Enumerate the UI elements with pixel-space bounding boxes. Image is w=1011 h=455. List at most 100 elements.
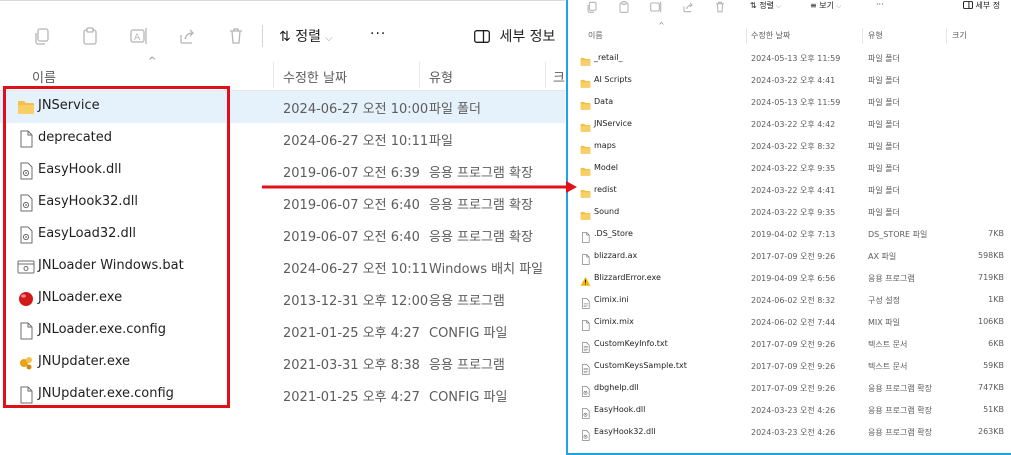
folder-icon (580, 52, 591, 66)
file-row[interactable]: maps 2024-03-22 오후 8:32 파일 폴더 (568, 135, 1011, 157)
dll-icon (580, 404, 591, 419)
column-name[interactable]: 이름 (32, 67, 56, 86)
details-pane-icon (963, 0, 973, 10)
file-date: 2021-03-31 오후 8:38 (283, 358, 420, 373)
file-row[interactable]: Cimix.mix 2024-06-02 오전 7:44 MIX 파일 106KB (568, 311, 1011, 333)
file-row[interactable]: CustomKeyInfo.txt 2017-07-09 오전 9:26 텍스트 문… (568, 333, 1011, 355)
rename-icon[interactable] (650, 1, 662, 13)
right-explorer-window: ⇅ 정렬 ⌵ ≡ 보기 ⌵ ··· 세부 정 이름 ^ 수정한 날짜 유형 크기 _… (566, 0, 1011, 455)
file-type: 파일 폴더 (868, 98, 900, 107)
file-date: 2019-04-09 오후 6:56 (751, 274, 836, 283)
column-size[interactable]: 크 (553, 67, 565, 86)
chevron-down-icon: ⌵ (775, 2, 782, 10)
file-icon (580, 316, 591, 331)
column-divider[interactable] (862, 28, 863, 44)
paste-icon[interactable] (81, 27, 99, 45)
file-row[interactable]: JNService 2024-03-22 오후 4:42 파일 폴더 (568, 113, 1011, 135)
column-name[interactable]: 이름 (588, 30, 603, 41)
column-divider[interactable] (419, 62, 420, 88)
svg-text:A: A (134, 33, 141, 43)
copy-icon[interactable] (33, 27, 51, 45)
view-button[interactable]: ≡ 보기 ⌵ (810, 0, 841, 11)
file-icon (580, 228, 591, 243)
file-name: BlizzardError.exe (594, 273, 661, 282)
file-date: 2024-06-27 오전 10:00 (283, 102, 429, 117)
file-name: EasyHook.dll (594, 405, 646, 414)
file-type: 응용 프로그램 (868, 274, 915, 283)
details-pane-button[interactable]: 세부 정보 (474, 26, 555, 46)
column-divider[interactable] (746, 28, 747, 44)
column-date[interactable]: 수정한 날짜 (283, 67, 347, 86)
details-pane-button[interactable]: 세부 정 (963, 0, 1000, 11)
file-row[interactable]: BlizzardError.exe 2019-04-09 오후 6:56 응용 프로… (568, 267, 1011, 289)
file-row[interactable]: .DS_Store 2019-04-02 오후 7:13 DS_STORE 파일 7K… (568, 223, 1011, 245)
file-date: 2024-03-23 오전 4:26 (751, 428, 836, 437)
file-row[interactable]: _retail_ 2024-05-13 오후 11:59 파일 폴더 (568, 47, 1011, 69)
column-date[interactable]: 수정한 날짜 (751, 30, 790, 41)
file-size: 1KB (988, 295, 1004, 304)
file-type: 파일 폴더 (868, 186, 900, 195)
more-button[interactable]: ··· (876, 0, 884, 9)
file-name: blizzard.ax (594, 251, 638, 260)
column-divider[interactable] (946, 28, 947, 44)
details-label: 세부 정 (975, 1, 1001, 10)
delete-icon[interactable] (227, 27, 245, 45)
file-type: 응용 프로그램 확장 (429, 230, 533, 245)
paste-icon[interactable] (618, 1, 630, 13)
file-row[interactable]: Cimix.ini 2024-06-02 오전 8:32 구성 설정 1KB (568, 289, 1011, 311)
sort-button[interactable]: ⇅ 정렬 ⌵ (750, 0, 781, 11)
file-row[interactable]: redist 2024-03-22 오후 4:41 파일 폴더 (568, 179, 1011, 201)
file-date: 2024-03-22 오후 4:41 (751, 76, 836, 85)
file-type: 응용 프로그램 (429, 294, 505, 309)
file-name: _retail_ (594, 53, 623, 62)
sort-icon: ⇅ (750, 1, 757, 10)
column-divider[interactable] (545, 62, 546, 88)
file-icon (580, 250, 591, 265)
file-date: 2024-05-13 오후 11:59 (751, 54, 841, 63)
column-type[interactable]: 유형 (429, 67, 453, 86)
details-pane-icon (474, 30, 490, 43)
file-name: redist (594, 185, 617, 194)
file-size: 598KB (977, 251, 1004, 260)
file-size: 51KB (983, 405, 1004, 414)
file-date: 2024-06-27 오전 10:11 (283, 262, 429, 277)
file-date: 2024-03-22 오후 9:35 (751, 164, 836, 173)
file-row[interactable]: blizzard.ax 2017-07-09 오전 9:26 AX 파일 598KB (568, 245, 1011, 267)
file-date: 2017-07-09 오전 9:26 (751, 252, 836, 261)
file-type: CONFIG 파일 (429, 390, 508, 405)
file-row[interactable]: CustomKeysSample.txt 2017-07-09 오전 9:26 텍스… (568, 355, 1011, 377)
file-type: 응용 프로그램 확장 (429, 198, 533, 213)
column-type[interactable]: 유형 (868, 30, 883, 41)
sort-icon: ⇅ (279, 29, 291, 45)
file-size: 6KB (988, 339, 1004, 348)
file-row[interactable]: EasyHook32.dll 2024-03-23 오전 4:26 응용 프로그램 … (568, 421, 1011, 443)
share-icon[interactable] (178, 27, 196, 45)
rename-icon[interactable]: A (130, 27, 148, 45)
share-icon[interactable] (682, 1, 694, 13)
file-row[interactable]: dbghelp.dll 2017-07-09 오전 9:26 응용 프로그램 확장 7… (568, 377, 1011, 399)
file-name: .DS_Store (594, 229, 633, 238)
sort-button[interactable]: ⇅ 정렬 ⌵ (279, 26, 333, 46)
column-size[interactable]: 크기 (952, 30, 967, 41)
command-bar: A ⇅ 정렬 ⌵ ··· 세부 정보 (0, 0, 565, 61)
file-type: 응용 프로그램 확장 (868, 384, 932, 393)
file-type: DS_STORE 파일 (868, 230, 928, 239)
file-name: CustomKeysSample.txt (594, 361, 687, 370)
copy-icon[interactable] (586, 1, 598, 13)
folder-icon (580, 96, 591, 110)
delete-icon[interactable] (714, 1, 726, 13)
file-size: 7KB (988, 229, 1004, 238)
file-type: Windows 배치 파일 (429, 262, 544, 277)
file-row[interactable]: Sound 2024-03-22 오후 9:35 파일 폴더 (568, 201, 1011, 223)
column-divider[interactable] (273, 62, 274, 88)
file-row[interactable]: Data 2024-05-13 오후 11:59 파일 폴더 (568, 91, 1011, 113)
more-button[interactable]: ··· (370, 26, 386, 42)
dll-icon (580, 426, 591, 441)
file-size: 106KB (977, 317, 1004, 326)
file-type: 파일 (429, 134, 453, 149)
txt-icon (580, 338, 591, 353)
file-row[interactable]: AI Scripts 2024-03-22 오후 4:41 파일 폴더 (568, 69, 1011, 91)
file-row[interactable]: EasyHook.dll 2024-03-23 오전 4:26 응용 프로그램 확장… (568, 399, 1011, 421)
file-row[interactable]: Model 2024-03-22 오후 9:35 파일 폴더 (568, 157, 1011, 179)
folder-icon (580, 162, 591, 176)
